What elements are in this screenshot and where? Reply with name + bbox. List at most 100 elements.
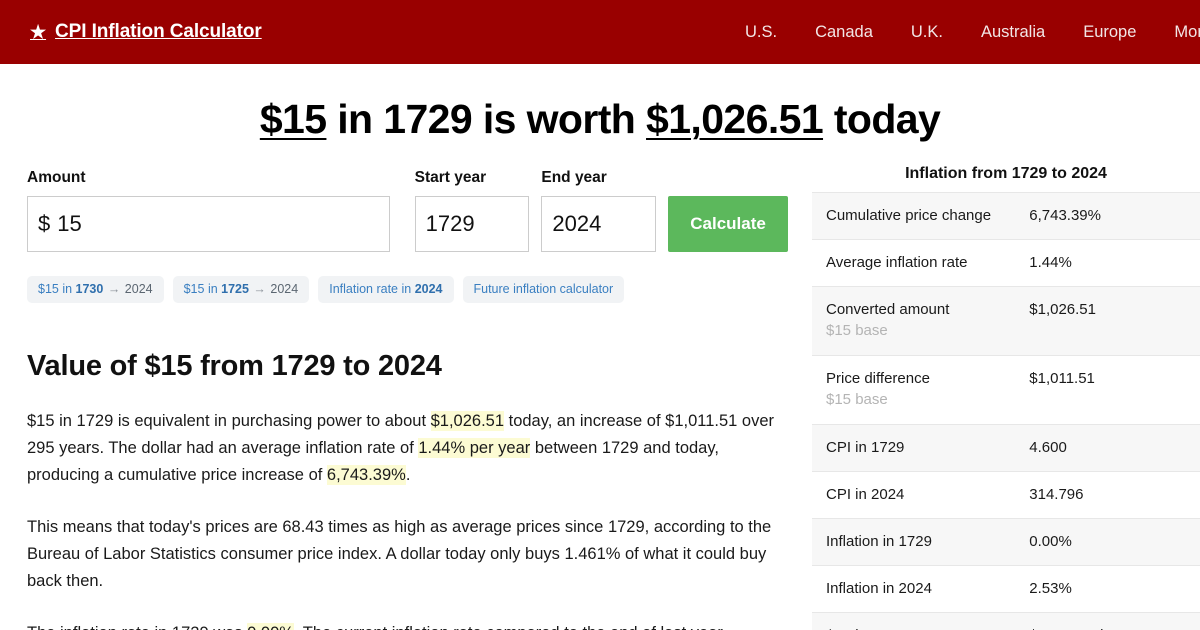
end-year-field-group: End year 2024 xyxy=(541,169,656,252)
quick-link-chips: $15 in 1730 → 2024 $15 in 1725 → 2024 In… xyxy=(27,276,788,303)
table-row: Cumulative price change 6,743.39% xyxy=(812,193,1200,240)
article-paragraph-3: The inflation rate in 1729 was 0.00%. Th… xyxy=(27,620,788,630)
chip-2-pre: $15 in xyxy=(184,282,222,296)
nav-item-canada[interactable]: Canada xyxy=(815,23,873,42)
chip-3-year: 2024 xyxy=(415,282,443,296)
table-row: Inflation in 2024 2.53% xyxy=(812,566,1200,613)
article-title: Value of $15 from 1729 to 2024 xyxy=(27,350,788,383)
start-year-field-group: Start year 1729 xyxy=(415,169,530,252)
p3-highlight-inflation: 0.00% xyxy=(247,623,294,630)
table-row: Average inflation rate 1.44% xyxy=(812,240,1200,287)
chip-inflation-rate-2024[interactable]: Inflation rate in 2024 xyxy=(318,276,453,303)
p1-text-d: . xyxy=(406,466,411,484)
chip-2-year: 1725 xyxy=(221,282,249,296)
row-value: $1,011.51 xyxy=(1029,356,1200,425)
site-header: ★ CPI Inflation Calculator U.S. Canada U… xyxy=(0,0,1200,64)
row-key: Average inflation rate xyxy=(812,240,1029,287)
nav-item-europe[interactable]: Europe xyxy=(1083,23,1136,42)
nav-item-australia[interactable]: Australia xyxy=(981,23,1045,42)
chip-1-year: 1730 xyxy=(76,282,104,296)
chip-4-pre: Future inflation calculator xyxy=(474,282,614,296)
calculate-button[interactable]: Calculate xyxy=(668,196,788,252)
row-value: 0.00% xyxy=(1029,519,1200,566)
dollar-prefix: $ xyxy=(38,211,50,237)
main-nav: U.S. Canada U.K. Australia Europe More xyxy=(745,23,1200,42)
nav-item-us[interactable]: U.S. xyxy=(745,23,777,42)
star-icon: ★ xyxy=(30,23,46,41)
nav-item-uk[interactable]: U.K. xyxy=(911,23,943,42)
end-year-value: 2024 xyxy=(552,211,601,237)
chip-1725-to-2024[interactable]: $15 in 1725 → 2024 xyxy=(173,276,310,303)
table-row: Price difference $15 base $1,011.51 xyxy=(812,356,1200,425)
table-row: CPI in 1729 4.600 xyxy=(812,425,1200,472)
brand-title: CPI Inflation Calculator xyxy=(55,21,262,43)
start-year-value: 1729 xyxy=(426,211,475,237)
hero-amount: $15 xyxy=(260,96,327,142)
article: Value of $15 from 1729 to 2024 $15 in 17… xyxy=(27,350,788,630)
hero-result: $1,026.51 xyxy=(646,96,823,142)
row-key: Inflation in 1729 xyxy=(812,519,1029,566)
p1-highlight-converted: $1,026.51 xyxy=(431,411,504,431)
row-key-sub: $15 base xyxy=(826,320,1019,342)
row-key: $15 in 1729 xyxy=(812,613,1029,630)
row-key-text: CPI in 2024 xyxy=(826,486,904,503)
start-year-input[interactable]: 1729 xyxy=(415,196,530,252)
start-year-label: Start year xyxy=(415,169,530,187)
p1-highlight-cumulative: 6,743.39% xyxy=(327,465,406,485)
row-key: Inflation in 2024 xyxy=(812,566,1029,613)
row-value: $1,026.51 xyxy=(1029,287,1200,356)
hero-mid: in 1729 is worth xyxy=(326,96,646,142)
amount-input[interactable]: $ 15 xyxy=(27,196,390,252)
amount-field-group: Amount $ 15 xyxy=(27,169,390,252)
row-key-text: Price difference xyxy=(826,370,930,387)
chip-1-pre: $15 in xyxy=(38,282,76,296)
row-key-text: Inflation in 1729 xyxy=(826,533,932,550)
row-key-sub: $15 base xyxy=(826,389,1019,411)
brand-logo-link[interactable]: ★ CPI Inflation Calculator xyxy=(30,21,262,43)
amount-label: Amount xyxy=(27,169,390,187)
chip-3-pre: Inflation rate in xyxy=(329,282,414,296)
p1-highlight-rate: 1.44% per year xyxy=(418,438,530,458)
inflation-summary-table: Cumulative price change 6,743.39% Averag… xyxy=(812,192,1200,630)
chip-2-post: 2024 xyxy=(270,282,298,296)
page-title: $15 in 1729 is worth $1,026.51 today xyxy=(0,96,1200,143)
row-key-text: Cumulative price change xyxy=(826,207,991,224)
article-paragraph-1: $15 in 1729 is equivalent in purchasing … xyxy=(27,408,788,489)
row-value: 314.796 xyxy=(1029,472,1200,519)
table-row: Inflation in 1729 0.00% xyxy=(812,519,1200,566)
nav-item-more[interactable]: More xyxy=(1174,23,1200,42)
p3-text-b: . The current inflation rate compared to… xyxy=(294,624,723,630)
chip-future-inflation-calculator[interactable]: Future inflation calculator xyxy=(463,276,625,303)
chip-1-post: 2024 xyxy=(125,282,153,296)
row-value: 2.53% xyxy=(1029,566,1200,613)
table-row: Converted amount $15 base $1,026.51 xyxy=(812,287,1200,356)
sidebar-title: Inflation from 1729 to 2024 xyxy=(812,165,1200,183)
end-year-label: End year xyxy=(541,169,656,187)
row-value: 4.600 xyxy=(1029,425,1200,472)
main-column: Amount $ 15 Start year 1729 End year 202… xyxy=(0,143,812,630)
row-key: CPI in 2024 xyxy=(812,472,1029,519)
table-row: CPI in 2024 314.796 xyxy=(812,472,1200,519)
chip-2-arrow: → xyxy=(249,282,270,296)
row-value: $1,026.51 in xyxy=(1029,613,1200,630)
chip-1-arrow: → xyxy=(103,282,124,296)
end-year-input[interactable]: 2024 xyxy=(541,196,656,252)
row-key-text: Inflation in 2024 xyxy=(826,580,932,597)
amount-value: 15 xyxy=(57,211,81,237)
page-body: Amount $ 15 Start year 1729 End year 202… xyxy=(0,143,1200,630)
hero-tail: today xyxy=(823,96,940,142)
table-row: $15 in 1729 $1,026.51 in xyxy=(812,613,1200,630)
p1-text-a: $15 in 1729 is equivalent in purchasing … xyxy=(27,412,431,430)
sidebar: Inflation from 1729 to 2024 Cumulative p… xyxy=(812,143,1200,630)
row-key-text: Converted amount xyxy=(826,301,949,318)
row-key: Converted amount $15 base xyxy=(812,287,1029,356)
row-key: Price difference $15 base xyxy=(812,356,1029,425)
row-value: 1.44% xyxy=(1029,240,1200,287)
row-key: Cumulative price change xyxy=(812,193,1029,240)
row-key-text: CPI in 1729 xyxy=(826,439,904,456)
p3-text-a: The inflation rate in 1729 was xyxy=(27,624,247,630)
calculator-form: Amount $ 15 Start year 1729 End year 202… xyxy=(27,169,788,252)
row-key: CPI in 1729 xyxy=(812,425,1029,472)
article-paragraph-2: This means that today's prices are 68.43… xyxy=(27,514,788,595)
chip-1730-to-2024[interactable]: $15 in 1730 → 2024 xyxy=(27,276,164,303)
